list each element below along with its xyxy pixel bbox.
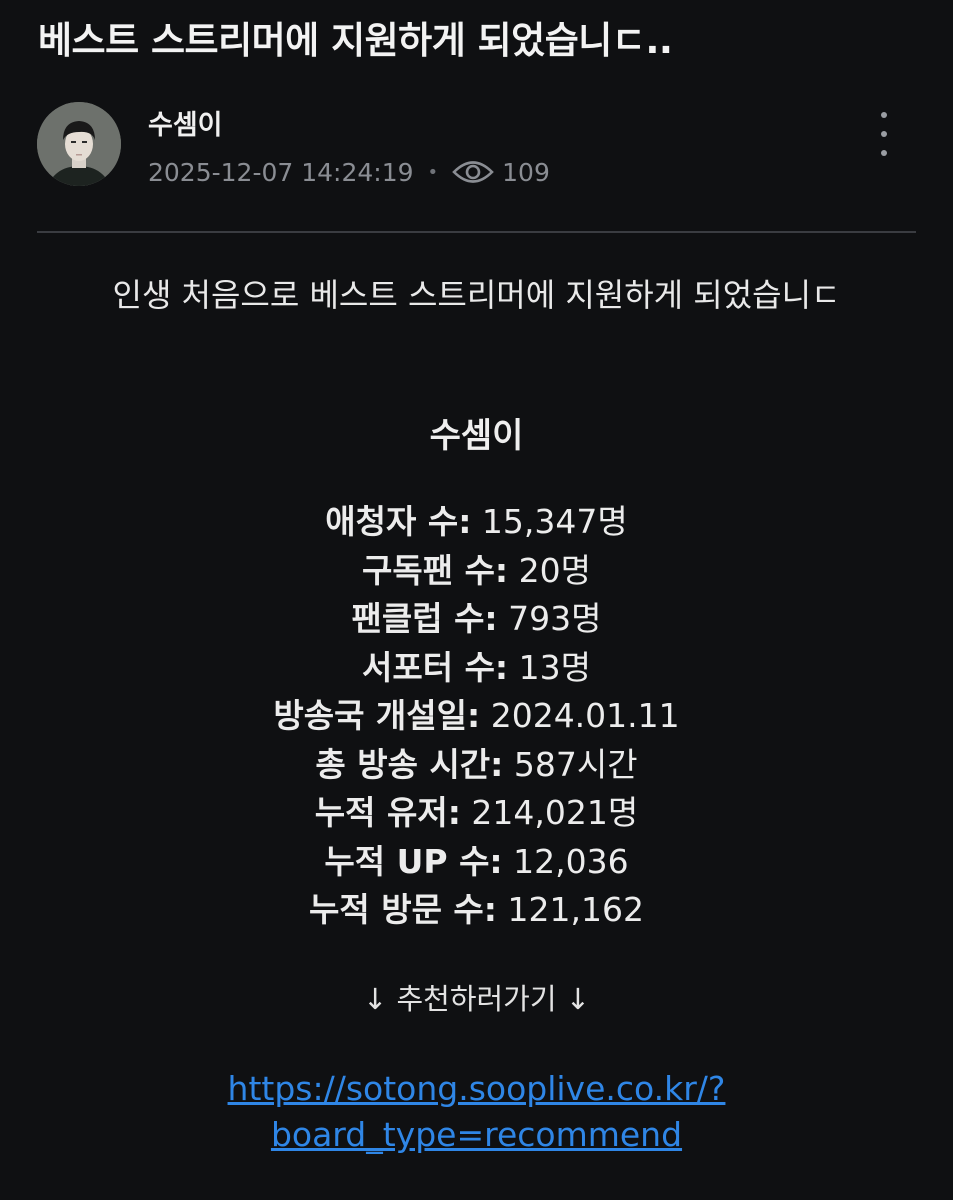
stat-value: 12,036 — [513, 841, 629, 881]
stat-value: 2024.01.11 — [490, 696, 680, 735]
kebab-dot — [881, 112, 887, 118]
profile-name: 수셈이 — [429, 416, 524, 456]
stat-row-followers: 애청자 수: 15,347명 — [0, 498, 953, 547]
post-intro: 인생 처음으로 베스트 스트리머에 지원하게 되었습니ㄷ — [112, 276, 841, 314]
stat-value: 121,162 — [507, 890, 644, 929]
stat-row-opened-date: 방송국 개설일: 2024.01.11 — [0, 692, 953, 741]
stat-value: 20명 — [518, 550, 591, 590]
stat-label: 구독팬 수: — [362, 550, 509, 590]
stat-row-total-users: 누적 유저: 214,021명 — [0, 789, 953, 838]
stat-value: 15,347명 — [481, 502, 628, 541]
stat-row-total-up: 누적 UP 수: 12,036 — [0, 838, 953, 887]
stat-label: 팬클럽 수: — [351, 599, 498, 638]
profile-stats: 애청자 수: 15,347명 구독팬 수: 20명 팬클럽 수: 793명 서포… — [0, 498, 953, 935]
author-name[interactable]: 수셈이 — [148, 103, 223, 142]
post-timestamp: 2025-12-07 14:24:19 — [148, 157, 414, 187]
post-title: 베스트 스트리머에 지원하게 되었습니ㄷ.. — [38, 19, 673, 62]
recommend-link[interactable]: https://sotong.sooplive.co.kr/? board_ty… — [0, 1066, 953, 1158]
stat-row-total-visits: 누적 방문 수: 121,162 — [0, 886, 953, 935]
view-count: 109 — [502, 157, 550, 187]
stat-row-supporters: 서포터 수: 13명 — [0, 644, 953, 693]
more-vertical-icon[interactable] — [866, 112, 902, 156]
stat-label: 누적 방문 수: — [309, 890, 497, 929]
stat-label: 애청자 수: — [325, 502, 472, 541]
kebab-dot — [881, 131, 887, 137]
stat-label: 누적 유저: — [314, 793, 461, 832]
stat-label: 서포터 수: — [362, 647, 509, 687]
stat-row-subscribers: 구독팬 수: 20명 — [0, 547, 953, 596]
recommend-link-line-1[interactable]: https://sotong.sooplive.co.kr/? — [0, 1066, 953, 1112]
recommend-cta: ↓ 추천하러가기 ↓ — [362, 982, 591, 1016]
stat-value: 793명 — [508, 599, 602, 638]
recommend-link-line-2[interactable]: board_type=recommend — [0, 1112, 953, 1158]
header-divider — [37, 231, 916, 233]
post-meta: 2025-12-07 14:24:19 • 109 — [148, 155, 550, 189]
author-avatar[interactable] — [37, 102, 121, 186]
stat-value: 214,021명 — [471, 793, 639, 832]
meta-separator: • — [427, 161, 439, 183]
stat-label: 총 방송 시간: — [315, 744, 504, 784]
stat-value: 13명 — [518, 647, 591, 687]
stat-label: 누적 UP 수: — [324, 841, 503, 881]
stat-row-fanclub: 팬클럽 수: 793명 — [0, 595, 953, 644]
stat-value: 587시간 — [513, 744, 638, 784]
stat-row-broadcast-time: 총 방송 시간: 587시간 — [0, 741, 953, 790]
avatar-image — [37, 102, 121, 186]
stat-label: 방송국 개설일: — [273, 696, 481, 735]
eye-icon — [452, 155, 494, 189]
kebab-dot — [881, 150, 887, 156]
